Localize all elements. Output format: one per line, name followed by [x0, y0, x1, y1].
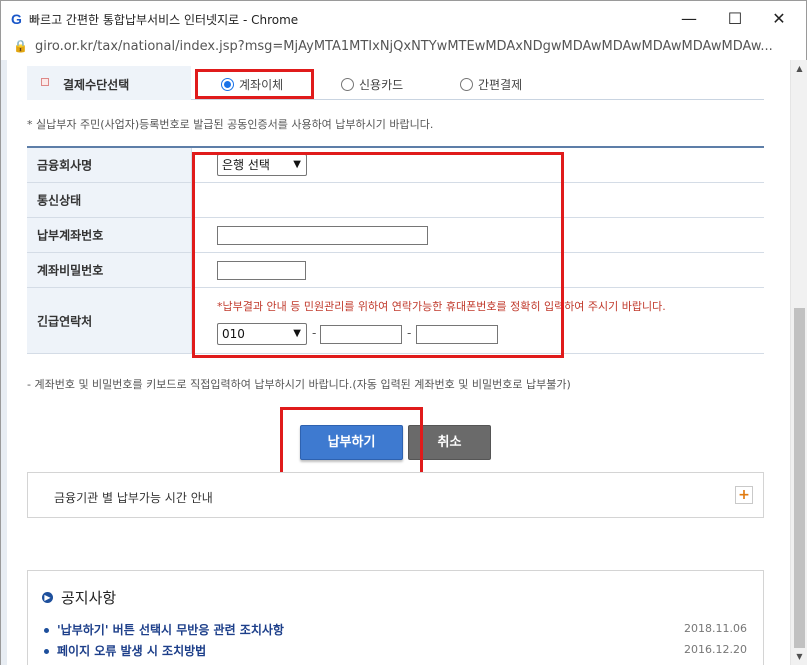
- payment-method-row: 결제수단선택 계좌이체 신용카드 간편결제: [27, 66, 764, 100]
- highlight-box: [192, 152, 564, 358]
- time-guide-panel[interactable]: 금융기관 별 납부가능 시간 안내 +: [27, 472, 764, 518]
- notice-panel: ▶ 공지사항 '납부하기' 버튼 선택시 무반응 관련 조치사항 2018.11…: [27, 570, 764, 665]
- scroll-up-icon[interactable]: ▲: [791, 60, 807, 77]
- expand-plus-icon[interactable]: +: [735, 486, 753, 504]
- minimize-icon[interactable]: —: [669, 7, 709, 31]
- lock-icon: 🔒: [13, 39, 28, 53]
- bullet-icon: [44, 628, 49, 633]
- scrollbar-thumb[interactable]: [794, 308, 805, 648]
- chevron-right-icon: ▶: [42, 592, 53, 603]
- radio-icon[interactable]: [460, 78, 473, 91]
- cert-notice: * 실납부자 주민(사업자)등록번호로 발급된 공동인증서를 사용하여 납부하시…: [27, 118, 434, 131]
- password-label: 계좌비밀번호: [37, 263, 104, 278]
- radio-simple-pay[interactable]: 간편결제: [460, 76, 522, 93]
- status-label: 통신상태: [37, 193, 82, 208]
- address-bar[interactable]: 🔒 giro.or.kr/tax/national/index.jsp?msg=…: [0, 36, 807, 60]
- bank-label: 금융회사명: [37, 158, 93, 173]
- notice-date: 2018.11.06: [684, 622, 747, 635]
- bullet-icon: [44, 649, 49, 654]
- page-viewport: 결제수단선택 계좌이체 신용카드 간편결제 * 실납부자 주민(사업자)등록번호…: [0, 60, 807, 665]
- contact-label: 긴급연락처: [37, 314, 93, 328]
- notice-heading: ▶ 공지사항: [42, 587, 116, 608]
- giro-logo-icon: G: [11, 11, 22, 27]
- url-text[interactable]: giro.or.kr/tax/national/index.jsp?msg=Mj…: [35, 39, 795, 54]
- highlight-box: [195, 69, 314, 99]
- payment-method-header: 결제수단선택: [27, 66, 191, 100]
- radio-label: 신용카드: [359, 78, 404, 92]
- radio-icon[interactable]: [341, 78, 354, 91]
- payment-method-label: 결제수단선택: [63, 78, 130, 92]
- window-title: 빠르고 간편한 통합납부서비스 인터넷지로 - Chrome: [29, 13, 299, 27]
- radio-credit-card[interactable]: 신용카드: [341, 76, 403, 93]
- keyboard-notice: - 계좌번호 및 비밀번호를 키보드로 직접입력하여 납부하시기 바랍니다.(자…: [27, 378, 571, 391]
- time-guide-label: 금융기관 별 납부가능 시간 안내: [54, 491, 213, 505]
- notice-item[interactable]: 페이지 오류 발생 시 조치방법: [44, 642, 206, 659]
- notice-date: 2016.12.20: [684, 643, 747, 656]
- vertical-scrollbar[interactable]: ▲ ▼: [790, 60, 807, 665]
- account-label: 납부계좌번호: [37, 228, 104, 243]
- background-page-edge: [1, 60, 7, 665]
- notice-item[interactable]: '납부하기' 버튼 선택시 무반응 관련 조치사항: [44, 621, 284, 638]
- maximize-icon[interactable]: ☐: [715, 7, 755, 31]
- scroll-down-icon[interactable]: ▼: [791, 648, 807, 665]
- bullet-icon: [41, 78, 49, 86]
- close-icon[interactable]: ✕: [759, 7, 799, 31]
- radio-label: 간편결제: [478, 78, 523, 92]
- browser-title-bar: G 빠르고 간편한 통합납부서비스 인터넷지로 - Chrome — ☐ ✕: [0, 0, 807, 36]
- highlight-box: [280, 407, 423, 479]
